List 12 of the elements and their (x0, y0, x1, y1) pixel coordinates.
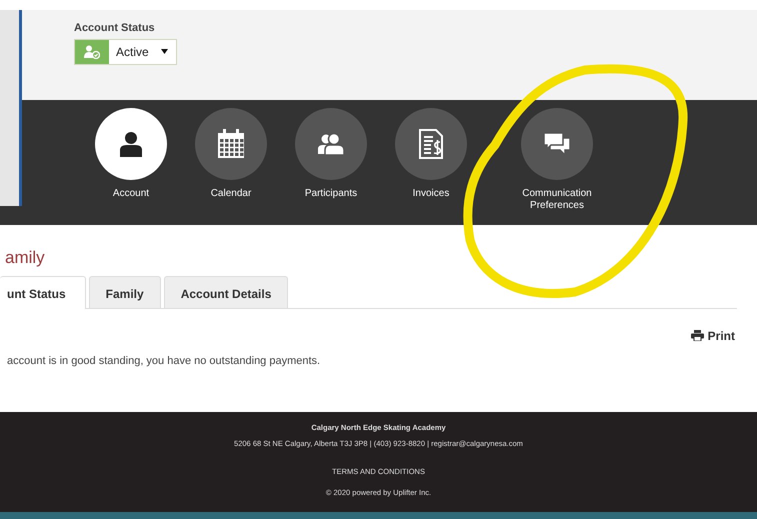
section-title: amily (5, 247, 46, 269)
status-message: account is in good standing, you have no outstanding payments. (7, 354, 322, 368)
nav-item[interactable]: Calendar (181, 108, 281, 225)
nav-item[interactable]: Account (81, 108, 181, 225)
tab[interactable]: Account Details (164, 276, 288, 308)
print-button[interactable]: Print (690, 326, 735, 344)
field-label: Account Status (74, 21, 156, 36)
tab[interactable]: Family (88, 276, 161, 308)
nav-item[interactable]: Participants (281, 108, 381, 225)
tab[interactable]: unt Status (0, 276, 86, 308)
nav-item[interactable]: Invoices (381, 108, 481, 225)
status-dropdown[interactable]: Active (74, 38, 177, 64)
